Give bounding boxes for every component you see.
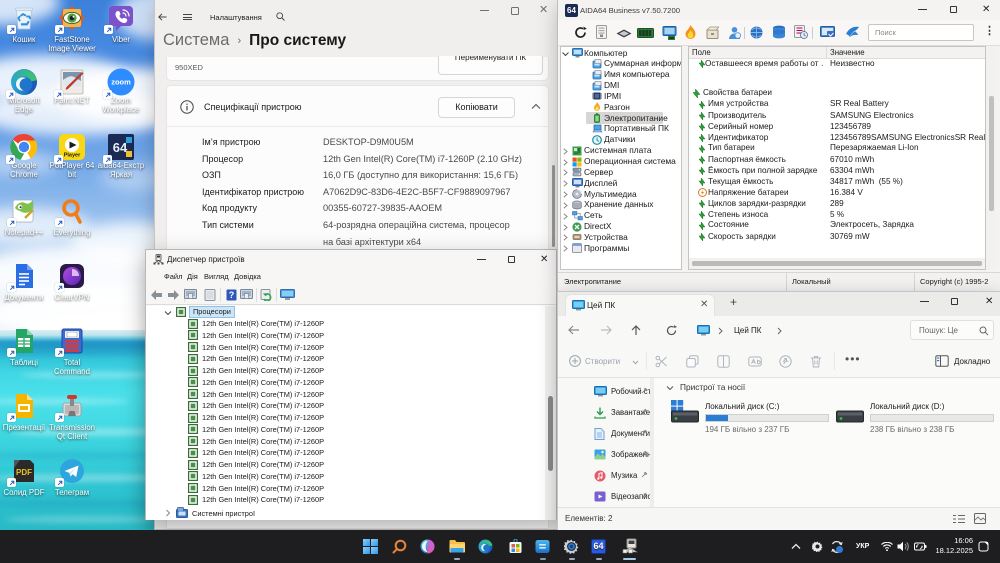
svg-text:Player: Player — [64, 153, 81, 159]
svg-text:zoom: zoom — [111, 78, 131, 87]
svg-text:64: 64 — [113, 140, 128, 155]
svg-text:?: ? — [229, 290, 235, 300]
svg-text:PDF: PDF — [16, 468, 32, 477]
